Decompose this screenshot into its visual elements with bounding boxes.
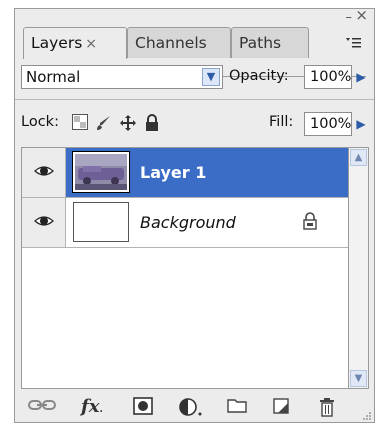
tab-bar: Layers × Channels Paths xyxy=(23,27,366,77)
blend-mode-select[interactable]: Normal ▼ xyxy=(21,65,223,89)
adjustment-icon[interactable] xyxy=(177,397,205,417)
new-layer-icon[interactable] xyxy=(269,397,293,417)
blend-mode-value: Normal xyxy=(26,68,81,86)
padlock-icon xyxy=(303,212,317,230)
divider xyxy=(15,99,374,100)
panel-menu-glyph xyxy=(346,38,361,48)
layer-row-background[interactable]: Background xyxy=(22,198,348,248)
layer-name[interactable]: Layer 1 xyxy=(140,163,206,182)
layer-thumbnail xyxy=(72,151,130,193)
tab-layers-label: Layers xyxy=(31,34,83,52)
blend-row: Normal ▼ Opacity: 100% ▶ xyxy=(21,65,368,91)
layers-panel: – × Layers × Channels Paths Normal ▼ Opac… xyxy=(14,8,375,423)
lock-label: Lock: xyxy=(21,114,59,130)
tab-layers[interactable]: Layers × xyxy=(23,27,127,59)
mask-icon[interactable] xyxy=(131,397,155,417)
layer-name[interactable]: Background xyxy=(140,213,236,232)
lock-move-icon[interactable] xyxy=(119,114,137,132)
minimize-icon[interactable]: – xyxy=(346,11,353,25)
fill-input[interactable]: 100% xyxy=(304,112,352,136)
chevron-down-icon[interactable]: ▼ xyxy=(202,68,220,86)
eye-icon xyxy=(34,166,54,176)
link-layers-icon[interactable] xyxy=(27,397,57,417)
fill-label: Fill: xyxy=(269,114,294,130)
fill-slider-arrow-icon[interactable]: ▶ xyxy=(352,112,370,136)
visibility-toggle[interactable] xyxy=(22,198,66,247)
panel-menu-icon[interactable] xyxy=(342,35,362,51)
layers-list: Layer 1 Background xyxy=(21,147,349,389)
fx-label: fx xyxy=(81,396,100,417)
lock-all-icon[interactable] xyxy=(143,114,161,132)
lock-row: Lock: Fill: 100% ▶ xyxy=(21,111,368,137)
trash-icon[interactable] xyxy=(315,397,339,417)
visibility-toggle[interactable] xyxy=(22,148,66,197)
tab-close-icon[interactable]: × xyxy=(85,36,97,52)
lock-brush-icon[interactable] xyxy=(95,114,113,132)
lock-transparency-icon[interactable] xyxy=(71,114,89,132)
tab-channels[interactable]: Channels xyxy=(127,27,231,58)
resize-grip-icon[interactable] xyxy=(362,411,372,421)
layer-thumbnail-image xyxy=(75,154,127,190)
tab-paths-label: Paths xyxy=(239,34,282,52)
scroll-down-icon[interactable]: ▼ xyxy=(350,370,367,387)
layer-row-layer-1[interactable]: Layer 1 xyxy=(22,148,348,198)
layer-thumbnail xyxy=(73,202,129,242)
fx-icon[interactable]: fx. xyxy=(75,397,109,417)
opacity-input[interactable]: 100% xyxy=(304,65,352,89)
opacity-slider-arrow-icon[interactable]: ▶ xyxy=(352,65,370,89)
layers-scrollbar[interactable]: ▲ ▼ xyxy=(349,147,369,389)
group-folder-icon[interactable] xyxy=(225,397,249,417)
eye-icon xyxy=(34,216,54,226)
close-icon[interactable]: × xyxy=(355,8,368,23)
bottom-toolbar: fx. xyxy=(15,391,374,423)
opacity-label: Opacity: xyxy=(229,68,289,84)
tab-paths[interactable]: Paths xyxy=(231,27,309,58)
scroll-up-icon[interactable]: ▲ xyxy=(350,149,367,166)
tab-channels-label: Channels xyxy=(135,34,207,52)
